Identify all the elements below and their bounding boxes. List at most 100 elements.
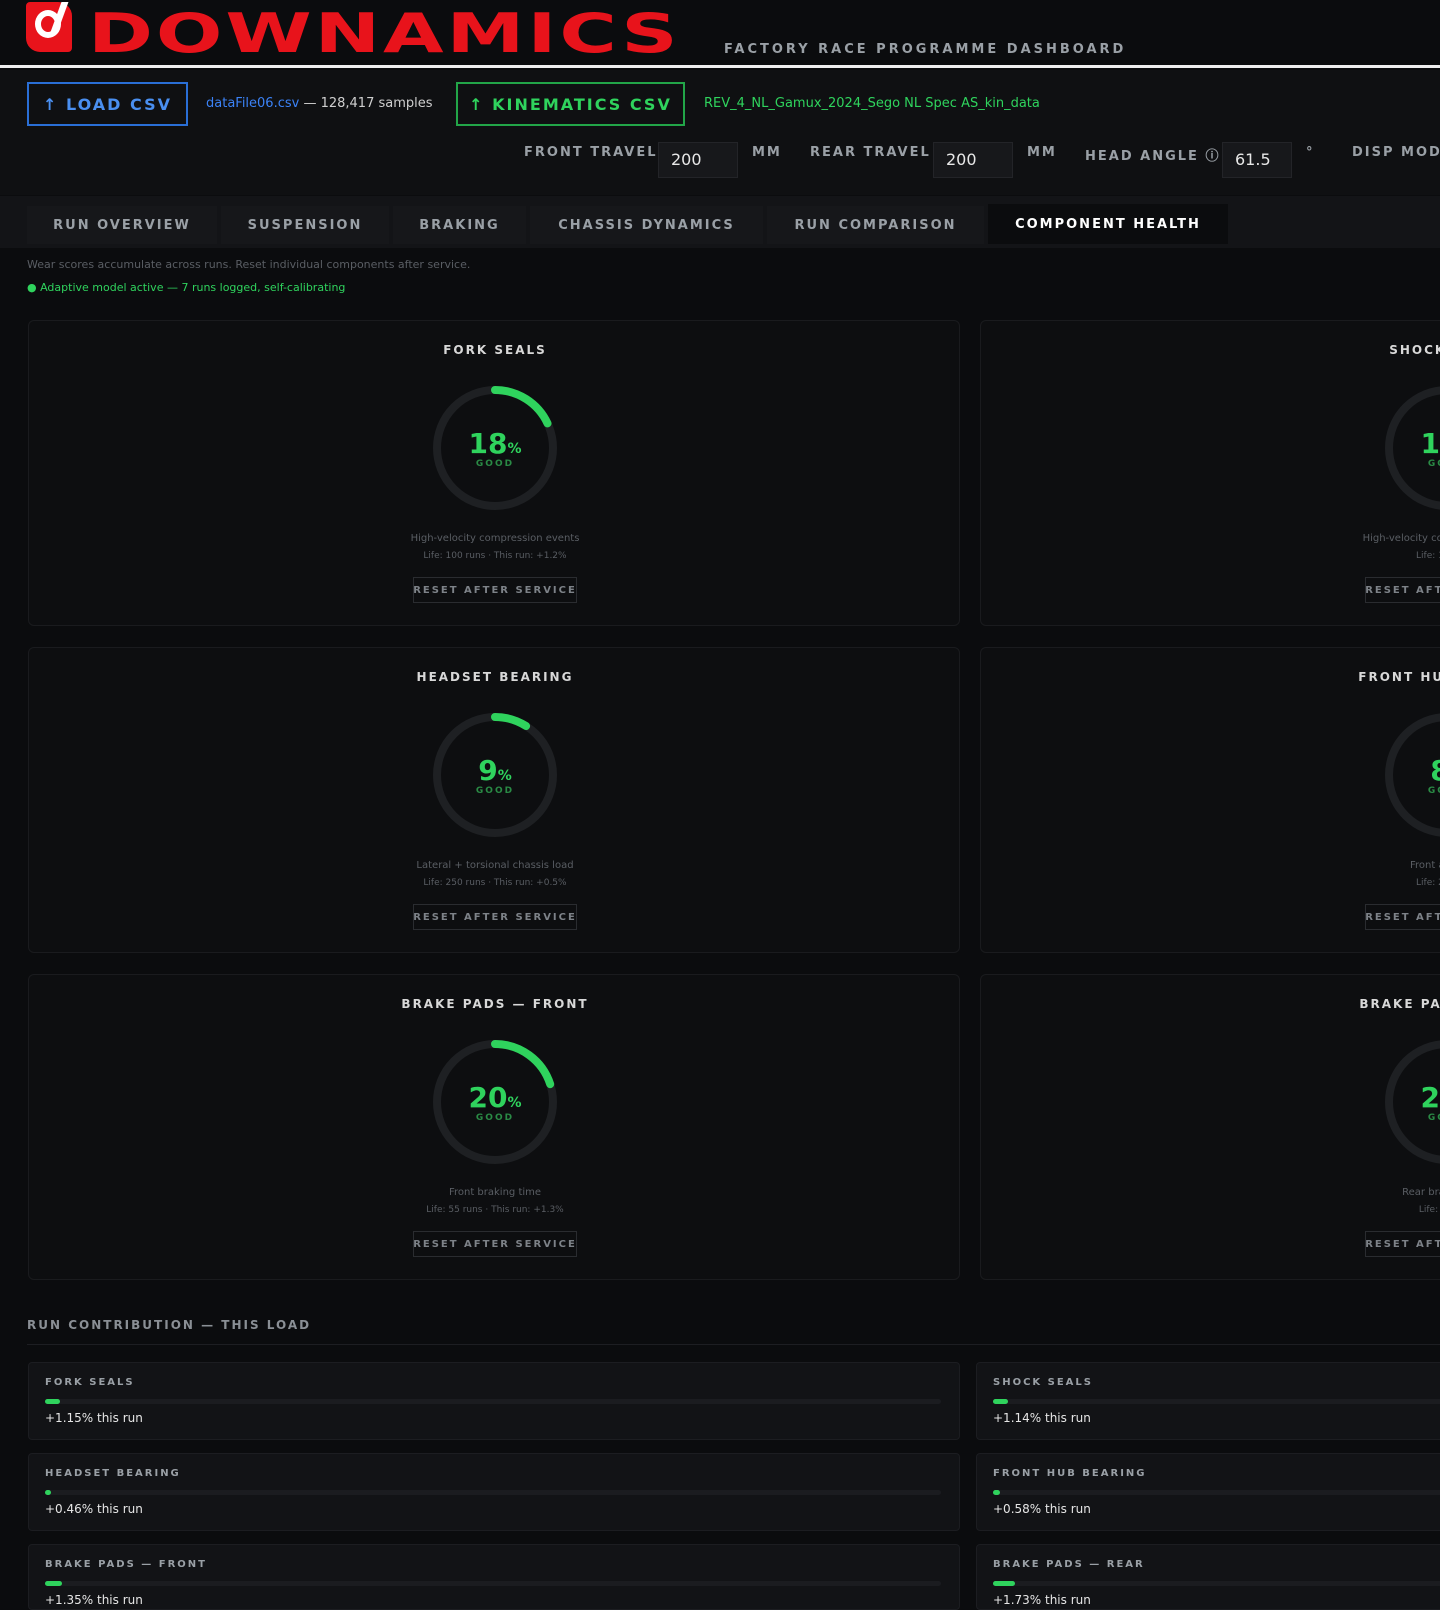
- component-card: FRONT HUB BEARING 8% GOOD Front axle loa…: [980, 647, 1440, 953]
- wear-value: 9: [478, 754, 498, 787]
- disp-mode-label: DISP MODE: [1352, 145, 1440, 160]
- contribution-item: FRONT HUB BEARING +0.58% this run: [976, 1453, 1440, 1531]
- contribution-title: FORK SEALS: [45, 1377, 135, 1388]
- component-title: SHOCK SEALS: [1389, 343, 1440, 357]
- component-life: Life: 200 runs: [1416, 878, 1440, 888]
- reset-after-service-button[interactable]: RESET AFTER SERVICE: [413, 904, 577, 930]
- component-description: High-velocity compression events: [1362, 533, 1440, 544]
- kinematics-csv-button[interactable]: ↑ KINEMATICS CSV: [456, 82, 685, 126]
- contribution-value: +0.46% this run: [45, 1502, 143, 1516]
- contribution-bar-fill: [45, 1399, 60, 1404]
- component-life: Life: 100 runs · This run: +1.2%: [423, 551, 567, 561]
- wear-value: 16: [1420, 427, 1440, 460]
- contribution-item: BRAKE PADS — FRONT +1.35% this run: [28, 1544, 960, 1610]
- tab-suspension[interactable]: SUSPENSION: [221, 206, 389, 244]
- component-life: Life: 55 runs · This run: +1.3%: [426, 1205, 564, 1215]
- wear-status: GOOD: [1427, 786, 1440, 796]
- reset-after-service-button[interactable]: RESET AFTER SERVICE: [1365, 904, 1440, 930]
- tab-component-health[interactable]: COMPONENT HEALTH: [988, 204, 1228, 244]
- contribution-value: +0.58% this run: [993, 1502, 1091, 1516]
- contribution-title: FRONT HUB BEARING: [993, 1468, 1147, 1479]
- component-title: BRAKE PADS — REAR: [1359, 997, 1440, 1011]
- brand-logo-icon: [26, 2, 72, 52]
- reset-after-service-button[interactable]: RESET AFTER SERVICE: [1365, 1231, 1440, 1257]
- contribution-bar: [993, 1399, 1440, 1404]
- component-card: BRAKE PADS — REAR 28% GOOD Rear braking …: [980, 974, 1440, 1280]
- rear-travel-unit: MM: [1027, 145, 1057, 160]
- wear-percentage: 16%: [1380, 427, 1440, 460]
- component-card: SHOCK SEALS 16% GOOD High-velocity compr…: [980, 320, 1440, 626]
- wear-value: 8: [1430, 754, 1440, 787]
- wear-percentage: 18%: [428, 427, 562, 460]
- wear-percentage: 8%: [1380, 754, 1440, 787]
- wear-percentage: 20%: [428, 1081, 562, 1114]
- contribution-item: HEADSET BEARING +0.46% this run: [28, 1453, 960, 1531]
- wear-percent-sign: %: [507, 441, 522, 457]
- component-description: Rear braking time: [1402, 1187, 1440, 1198]
- load-csv-button[interactable]: ↑ LOAD CSV: [27, 82, 188, 126]
- contribution-bar: [993, 1490, 1440, 1495]
- contribution-bar-fill: [993, 1399, 1008, 1404]
- loaded-file-info: dataFile06.csv — 128,417 samples: [206, 96, 433, 111]
- front-travel-label: FRONT TRAVEL: [524, 145, 658, 160]
- rear-travel-input[interactable]: 200: [933, 142, 1013, 178]
- contribution-value: +1.73% this run: [993, 1593, 1091, 1607]
- toolbar: ↑ LOAD CSV dataFile06.csv — 128,417 samp…: [0, 70, 1440, 195]
- contribution-title: BRAKE PADS — FRONT: [45, 1559, 207, 1570]
- tab-run-overview[interactable]: RUN OVERVIEW: [27, 206, 217, 244]
- reset-after-service-button[interactable]: RESET AFTER SERVICE: [1365, 577, 1440, 603]
- contribution-title: BRAKE PADS — REAR: [993, 1559, 1145, 1570]
- contribution-item: BRAKE PADS — REAR +1.73% this run: [976, 1544, 1440, 1610]
- wear-value: 20: [468, 1081, 508, 1114]
- contribution-bar: [45, 1581, 941, 1586]
- wear-status: GOOD: [475, 1113, 515, 1123]
- loaded-file-name: dataFile06.csv: [206, 96, 300, 111]
- wear-status: GOOD: [1427, 1113, 1440, 1123]
- tab-braking[interactable]: BRAKING: [393, 206, 526, 244]
- wear-value: 18: [468, 427, 508, 460]
- wear-status: GOOD: [475, 459, 515, 469]
- contribution-item: SHOCK SEALS +1.14% this run: [976, 1362, 1440, 1440]
- tab-bar: RUN OVERVIEW SUSPENSION BRAKING CHASSIS …: [0, 196, 1440, 248]
- wear-value: 28: [1420, 1081, 1440, 1114]
- app-header: DOWNAMICS FACTORY RACE PROGRAMME DASHBOA…: [0, 0, 1440, 68]
- contribution-title: SHOCK SEALS: [993, 1377, 1093, 1388]
- wear-percentage: 28%: [1380, 1081, 1440, 1114]
- component-description: Front axle load: [1410, 860, 1440, 871]
- contribution-bar: [45, 1399, 941, 1404]
- component-description: Lateral + torsional chassis load: [416, 860, 574, 871]
- component-description: Front braking time: [448, 1187, 542, 1198]
- loaded-file-samples: — 128,417 samples: [299, 96, 433, 111]
- contribution-bar-fill: [45, 1490, 51, 1495]
- component-title: BRAKE PADS — FRONT: [401, 997, 589, 1011]
- reset-after-service-button[interactable]: RESET AFTER SERVICE: [413, 1231, 577, 1257]
- tab-chassis-dynamics[interactable]: CHASSIS DYNAMICS: [530, 206, 763, 244]
- head-angle-label: HEAD ANGLE ⓘ: [1085, 149, 1221, 164]
- wear-percent-sign: %: [497, 768, 512, 784]
- contribution-bar: [993, 1581, 1440, 1586]
- wear-percent-sign: %: [507, 1095, 522, 1111]
- reset-after-service-button[interactable]: RESET AFTER SERVICE: [413, 577, 577, 603]
- contribution-bar: [45, 1490, 941, 1495]
- contribution-bar-fill: [45, 1581, 63, 1586]
- component-card: FORK SEALS 18% GOOD High-velocity compre…: [28, 320, 960, 626]
- wear-info-note: Wear scores accumulate across runs. Rese…: [27, 258, 471, 271]
- wear-percentage: 9%: [428, 754, 562, 787]
- wear-status: GOOD: [1427, 459, 1440, 469]
- head-angle-input[interactable]: 61.5: [1222, 142, 1292, 178]
- rear-travel-label: REAR TRAVEL: [810, 145, 931, 160]
- front-travel-input[interactable]: 200: [658, 142, 738, 178]
- dashboard-subtitle: FACTORY RACE PROGRAMME DASHBOARD: [724, 42, 1127, 57]
- contribution-bar-fill: [993, 1581, 1016, 1586]
- tab-run-comparison[interactable]: RUN COMPARISON: [767, 206, 984, 244]
- component-card: BRAKE PADS — FRONT 20% GOOD Front brakin…: [28, 974, 960, 1280]
- head-angle-unit: °: [1306, 145, 1315, 160]
- component-card: HEADSET BEARING 9% GOOD Lateral + torsio…: [28, 647, 960, 953]
- component-title: FRONT HUB BEARING: [1358, 670, 1440, 684]
- contribution-bar-fill: [993, 1490, 1001, 1495]
- contribution-value: +1.15% this run: [45, 1411, 143, 1425]
- kinematics-file-name: REV_4_NL_Gamux_2024_Sego NL Spec AS_kin_…: [704, 96, 1040, 111]
- component-life: Life: 42 runs: [1418, 1205, 1440, 1215]
- component-title: FORK SEALS: [443, 343, 547, 357]
- wear-status: GOOD: [475, 786, 515, 796]
